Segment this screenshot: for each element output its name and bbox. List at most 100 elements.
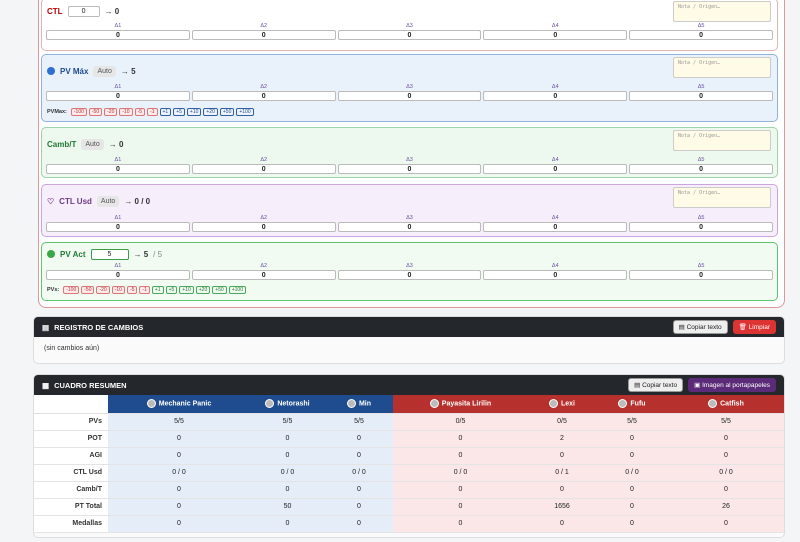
button-label: Imagen al portapapeles — [702, 382, 770, 389]
quick-button[interactable]: -100 — [70, 108, 87, 116]
delta-input[interactable]: 0 — [191, 270, 336, 280]
ctl-input[interactable]: 0 — [67, 5, 100, 17]
delta-input[interactable]: 0 — [483, 91, 628, 101]
button-label: Copiar texto — [642, 382, 678, 389]
table-cell: 0 — [108, 447, 250, 465]
delta-input[interactable]: 0 — [337, 91, 482, 101]
note-input[interactable]: Nota / Origen… — [673, 187, 771, 208]
player-header: Payasita Lirilin — [393, 395, 528, 414]
quick-button[interactable]: -20 — [96, 286, 110, 294]
quick-adjust-pvmax: PVMax: -100 -50 -20 -10 -5 -1 +1 +5 +10 … — [47, 108, 254, 116]
quick-button[interactable]: +1 — [151, 286, 164, 294]
delta-label: Δ1 — [114, 23, 122, 29]
delta-label: Δ3 — [406, 84, 413, 90]
delta-input[interactable]: 0 — [191, 91, 336, 101]
green-circle-icon — [47, 250, 55, 258]
delta-input[interactable]: 0 — [46, 164, 190, 174]
table-cell: 0/5 — [393, 413, 528, 431]
delta-input[interactable]: 0 — [191, 30, 336, 40]
delta-input[interactable]: 0 — [46, 30, 190, 40]
quick-button[interactable]: +5 — [173, 108, 185, 116]
quick-button[interactable]: +20 — [195, 286, 211, 294]
delta-label: Δ4 — [551, 84, 559, 90]
quick-button[interactable]: +10 — [179, 286, 194, 294]
delta-input[interactable]: 0 — [629, 222, 773, 232]
quick-button[interactable]: +100 — [228, 286, 246, 294]
delta-input[interactable]: 0 — [483, 222, 628, 232]
table-cell: 0 — [108, 515, 250, 533]
delta-input[interactable]: 0 — [483, 270, 628, 280]
table-cell: 0 — [393, 430, 528, 448]
quick-button[interactable]: +100 — [236, 108, 254, 116]
delta-input[interactable]: 0 — [629, 30, 773, 40]
delta-row: Δ1 0 Δ2 0 Δ3 0 Δ4 0 Δ5 0 — [46, 22, 773, 40]
table-cell: 5/5 — [325, 413, 393, 431]
delta-label: Δ4 — [551, 215, 559, 221]
delta-input[interactable]: 0 — [337, 164, 482, 174]
quick-adjust-pvs: PVs: -100 -50 -20 -10 -5 -1 +1 +5 +10 +2… — [47, 286, 246, 294]
image-clipboard-button[interactable]: ▣ Imagen al portapapeles — [688, 378, 776, 392]
quick-button[interactable]: -50 — [81, 286, 95, 294]
note-input[interactable]: Nota / Origen… — [673, 57, 771, 78]
stat-result: → 0 / 0 — [124, 196, 151, 206]
delta-label: Δ4 — [551, 157, 559, 163]
quick-button[interactable]: +1 — [159, 108, 172, 116]
note-input[interactable]: Nota / Origen… — [673, 1, 771, 22]
delta-input[interactable]: 0 — [46, 222, 190, 232]
quick-button[interactable]: -20 — [104, 108, 118, 116]
quick-button[interactable]: -1 — [147, 108, 158, 116]
delta-label: Δ5 — [697, 23, 705, 29]
player-name: Payasita Lirilin — [441, 400, 492, 408]
player-header: Fufu — [596, 395, 668, 414]
table-cell: 5/5 — [596, 413, 668, 431]
copy-text-button[interactable]: ▤ Copiar texto — [672, 320, 728, 334]
auto-button[interactable]: Auto — [81, 138, 104, 150]
delta-label: Δ1 — [114, 215, 122, 221]
player-header: Netorashi — [250, 395, 325, 414]
delta-input[interactable]: 0 — [629, 91, 773, 101]
note-input[interactable]: Nota / Origen… — [673, 130, 771, 151]
avatar — [618, 399, 628, 409]
delta-input[interactable]: 0 — [46, 91, 190, 101]
quick-button[interactable]: +50 — [212, 286, 227, 294]
delta-input[interactable]: 0 — [191, 222, 336, 232]
delta-input[interactable]: 0 — [337, 222, 482, 232]
clear-button[interactable]: 🗑 Limpiar — [732, 320, 776, 334]
copy-text-button[interactable]: ▤ Copiar texto — [628, 378, 684, 392]
quick-button[interactable]: -50 — [88, 108, 103, 116]
delta-input[interactable]: 0 — [483, 164, 628, 174]
delta-input[interactable]: 0 — [483, 30, 628, 40]
player-header: Lexi — [528, 395, 596, 414]
table-row: POT 0 0 0 0 2 0 0 — [34, 430, 784, 448]
table-cell: 0 — [325, 430, 393, 448]
quick-button[interactable]: -10 — [111, 286, 125, 294]
table-cell: 0 — [393, 481, 528, 499]
table-cell: 5/5 — [250, 413, 325, 431]
delta-label: Δ2 — [260, 84, 268, 90]
panel-title: CUADRO RESUMEN — [54, 380, 127, 390]
auto-button[interactable]: Auto — [93, 65, 116, 77]
pv-act-input[interactable]: 5 — [90, 248, 129, 260]
quick-button[interactable]: +5 — [165, 286, 178, 294]
table-cell: 5/5 — [668, 413, 784, 431]
quick-button[interactable]: +50 — [219, 108, 235, 116]
quick-button[interactable]: -5 — [126, 286, 138, 294]
delta-input[interactable]: 0 — [629, 270, 773, 280]
delta-input[interactable]: 0 — [191, 164, 336, 174]
delta-input[interactable]: 0 — [629, 164, 773, 174]
quick-button[interactable]: -5 — [134, 108, 146, 116]
table-cell: 0 — [393, 447, 528, 465]
auto-button[interactable]: Auto — [96, 195, 120, 207]
delta-input[interactable]: 0 — [337, 270, 482, 280]
quick-button[interactable]: +20 — [203, 108, 218, 116]
chart-icon: ▦ — [42, 380, 50, 390]
delta-input[interactable]: 0 — [337, 30, 482, 40]
player-name: Fufu — [630, 400, 646, 408]
quick-button[interactable]: -10 — [119, 108, 133, 116]
delta-label: Δ4 — [551, 23, 559, 29]
quick-button[interactable]: +10 — [186, 108, 202, 116]
quick-button[interactable]: -1 — [139, 286, 150, 294]
delta-input[interactable]: 0 — [46, 270, 190, 280]
table-cell: 50 — [250, 498, 325, 516]
quick-button[interactable]: -100 — [63, 286, 80, 294]
